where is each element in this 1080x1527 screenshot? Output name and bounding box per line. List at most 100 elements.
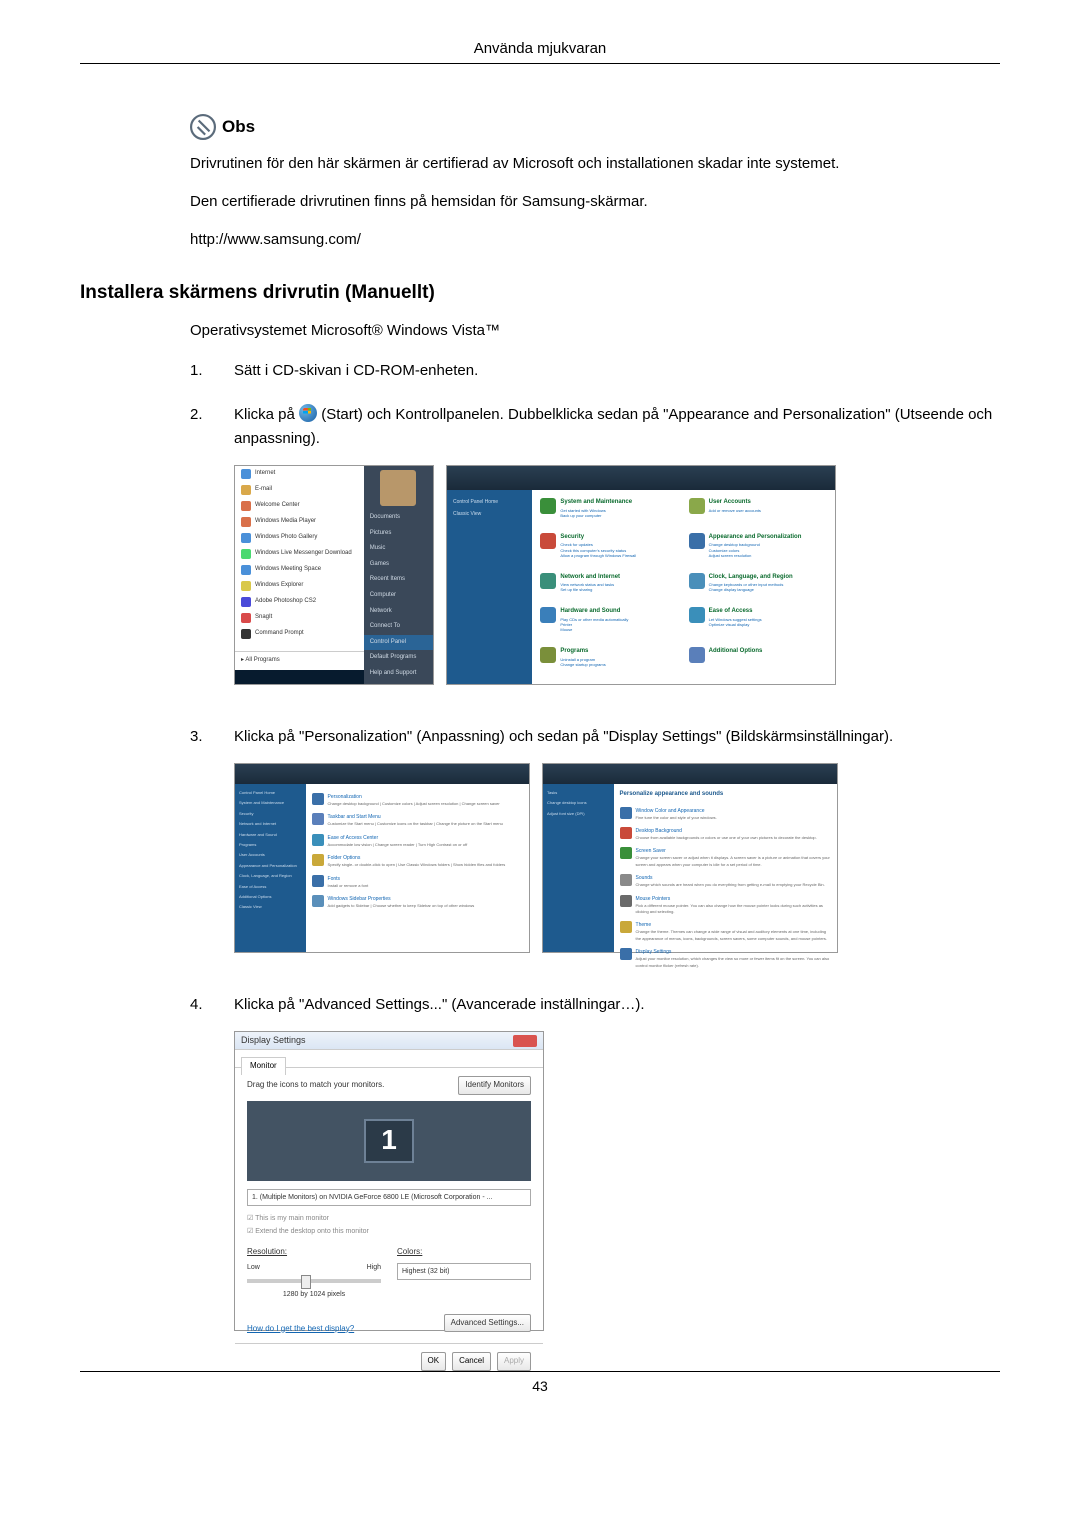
pz-left-item: Tasks — [547, 788, 610, 798]
cp-category: Clock, Language, and RegionChange keyboa… — [689, 573, 827, 602]
cp-category: ProgramsUninstall a programChange startu… — [540, 647, 678, 676]
pz-item: ThemeChange the theme. Themes can change… — [620, 918, 831, 945]
sm-item: Windows Photo Gallery — [235, 530, 364, 546]
cp-category: SecurityCheck for updatesCheck this comp… — [540, 533, 678, 567]
pz-left-item: Classic View — [239, 902, 302, 912]
pz-item: SoundsChange which sounds are heard when… — [620, 871, 831, 891]
colors-dropdown: Highest (32 bit) — [397, 1263, 531, 1280]
step-3: 3. Klicka på "Personalization" (Anpassni… — [190, 725, 1000, 973]
step-number: 4. — [190, 993, 210, 1331]
step-list: 1. Sätt i CD-skivan i CD-ROM-enheten. 2.… — [190, 359, 1000, 1331]
step-number: 2. — [190, 403, 210, 705]
pz-left-item: System and Maintenance — [239, 798, 302, 808]
pz-item: Display SettingsAdjust your monitor reso… — [620, 945, 831, 972]
page-header: Använda mjukvaran — [80, 40, 1000, 64]
identify-monitors-button: Identify Monitors — [458, 1076, 531, 1095]
sm-ritem: Documents — [364, 510, 433, 526]
pz-left-item: Hardware and Sound — [239, 830, 302, 840]
extend-desktop-checkbox: ☑ Extend the desktop onto this monitor — [247, 1225, 531, 1238]
sm-ritem: Network — [364, 604, 433, 620]
slider-low: Low — [247, 1262, 260, 1273]
step-1: 1. Sätt i CD-skivan i CD-ROM-enheten. — [190, 359, 1000, 383]
pz-left-item: Adjust font size (DPI) — [547, 809, 610, 819]
resolution-value: 1280 by 1024 pixels — [247, 1289, 381, 1300]
monitor-1-icon: 1 — [364, 1119, 414, 1163]
cp-left-item: Control Panel Home — [453, 496, 526, 508]
step-2: 2. Klicka på (Start) och Kontrollpanelen… — [190, 403, 1000, 705]
sm-ritem-control-panel: Control Panel — [364, 635, 433, 651]
sm-ritem: Help and Support — [364, 666, 433, 682]
pz-item: Window Color and AppearanceFine tune the… — [620, 804, 831, 824]
search-bar — [235, 670, 364, 684]
sm-item: Welcome Center — [235, 498, 364, 514]
screenshot-row-2: Control Panel HomeSystem and Maintenance… — [234, 763, 1000, 953]
sm-ritem: Connect To — [364, 619, 433, 635]
tab-monitor: Monitor — [241, 1057, 286, 1075]
sm-item: Windows Explorer — [235, 578, 364, 594]
pz-item: PersonalizationChange desktop background… — [312, 790, 523, 810]
pz-left-item: User Accounts — [239, 850, 302, 860]
note-section: Obs Drivrutinen för den här skärmen är c… — [190, 114, 1000, 252]
screenshot-start-menu: Internet E-mail Welcome Center Windows M… — [234, 465, 434, 685]
note-label: Obs — [222, 117, 255, 137]
pz-item: Screen SaverChange your screen saver or … — [620, 844, 831, 871]
pz-left-item: Ease of Access — [239, 882, 302, 892]
step-4: 4. Klicka på "Advanced Settings..." (Ava… — [190, 993, 1000, 1331]
sm-item: Windows Live Messenger Download — [235, 546, 364, 562]
monitor-dropdown: 1. (Multiple Monitors) on NVIDIA GeForce… — [247, 1189, 531, 1206]
resolution-slider — [247, 1279, 381, 1283]
pz-left-item: Programs — [239, 840, 302, 850]
step-text: Sätt i CD-skivan i CD-ROM-enheten. — [234, 359, 1000, 383]
note-paragraph-2: Den certifierade drivrutinen finns på he… — [190, 190, 1000, 214]
cp-category: System and MaintenanceGet started with W… — [540, 498, 678, 527]
help-link: How do I get the best display? — [247, 1323, 354, 1336]
os-line: Operativsystemet Microsoft® Windows Vist… — [190, 322, 1000, 339]
resolution-label: Resolution: — [247, 1246, 381, 1259]
screenshot-row-1: Internet E-mail Welcome Center Windows M… — [234, 465, 1000, 685]
cp-category: Additional Options — [689, 647, 827, 676]
screenshot-personalization: TasksChange desktop iconsAdjust font siz… — [542, 763, 838, 953]
pz-item: Folder OptionsSpecify single- or double-… — [312, 851, 523, 871]
cp-left-item: Classic View — [453, 508, 526, 520]
pz-left-item: Control Panel Home — [239, 788, 302, 798]
cancel-button: Cancel — [452, 1352, 491, 1371]
sm-item: Adobe Photoshop CS2 — [235, 594, 364, 610]
pz-left-item: Additional Options — [239, 892, 302, 902]
sm-ritem: Pictures — [364, 526, 433, 542]
dialog-titlebar: Display Settings — [235, 1032, 543, 1050]
sm-item: E-mail — [235, 482, 364, 498]
pz-item: Windows Sidebar PropertiesAdd gadgets to… — [312, 892, 523, 912]
colors-label: Colors: — [397, 1246, 531, 1259]
pz-left-item: Change desktop icons — [547, 798, 610, 808]
cp-category: Network and InternetView network status … — [540, 573, 678, 602]
step-text: Klicka på (Start) och Kontrollpanelen. D… — [234, 403, 1000, 705]
pz-item: FontsInstall or remove a font — [312, 872, 523, 892]
user-avatar — [380, 470, 416, 506]
sm-item: SnagIt — [235, 610, 364, 626]
sm-item: Command Prompt — [235, 626, 364, 642]
cp-category: Hardware and SoundPlay CDs or other medi… — [540, 607, 678, 641]
screenshot-control-panel: Control Panel Home Classic View System a… — [446, 465, 836, 685]
pz-item: Mouse PointersPick a different mouse poi… — [620, 892, 831, 919]
step-text: Klicka på "Personalization" (Anpassning)… — [234, 725, 1000, 973]
note-paragraph-1: Drivrutinen för den här skärmen är certi… — [190, 152, 1000, 176]
sm-item: Windows Meeting Space — [235, 562, 364, 578]
start-icon — [299, 404, 317, 422]
pz-left-item: Appearance and Personalization — [239, 861, 302, 871]
step-text: Klicka på "Advanced Settings..." (Avance… — [234, 993, 1000, 1331]
sm-item: Windows Media Player — [235, 514, 364, 530]
pz-left-item: Clock, Language, and Region — [239, 871, 302, 881]
ok-button: OK — [421, 1352, 447, 1371]
drag-text: Drag the icons to match your monitors. — [247, 1079, 384, 1092]
advanced-settings-button: Advanced Settings... — [444, 1314, 531, 1333]
step-text-before: Klicka på — [234, 406, 299, 423]
sm-item: Internet — [235, 466, 364, 482]
monitor-preview-area: 1 — [247, 1101, 531, 1181]
cp-category: User AccountsAdd or remove user accounts — [689, 498, 827, 527]
pz-item: Taskbar and Start MenuCustomize the Star… — [312, 810, 523, 830]
sm-ritem: Games — [364, 557, 433, 573]
cp-category: Appearance and PersonalizationChange des… — [689, 533, 827, 567]
close-icon — [513, 1035, 537, 1047]
personalization-heading: Personalize appearance and sounds — [620, 790, 831, 800]
step-text-after: (Start) och Kontrollpanelen. Dubbelklick… — [234, 406, 992, 447]
